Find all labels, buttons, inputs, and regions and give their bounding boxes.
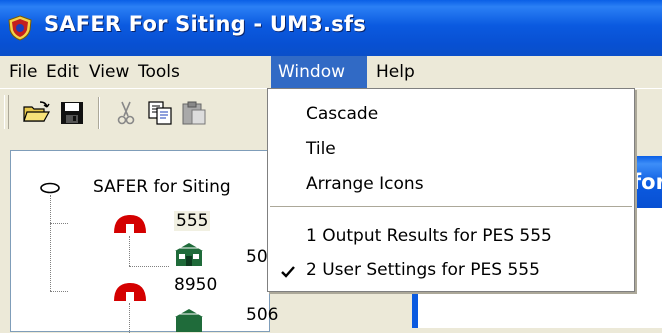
window-menu-dropdown: Cascade Tile Arrange Icons 1 Output Resu… <box>267 88 635 292</box>
menu-item-cascade[interactable]: Cascade <box>306 104 378 124</box>
menu-edit[interactable]: Edit <box>39 56 86 88</box>
checkmark-icon <box>281 266 295 278</box>
tree-node-506[interactable]: 506 <box>246 305 278 325</box>
toolbar-grip[interactable] <box>4 95 9 129</box>
menu-view[interactable]: View <box>82 56 136 88</box>
cut-icon[interactable] <box>112 99 140 127</box>
tree-node-8950[interactable]: 8950 <box>174 275 217 295</box>
menu-item-arrange-icons[interactable]: Arrange Icons <box>306 174 424 194</box>
title-bar: SAFER For Siting - UM3.sfs <box>0 0 662 56</box>
window-title: SAFER For Siting - UM3.sfs <box>44 12 366 36</box>
copy-icon[interactable] <box>146 99 174 127</box>
building-icon <box>175 309 203 332</box>
pes-dome-icon <box>114 283 146 301</box>
tree-node-555[interactable]: 555 <box>174 211 211 231</box>
menu-tools[interactable]: Tools <box>131 56 187 88</box>
save-icon[interactable] <box>58 99 86 127</box>
menu-window[interactable]: Window <box>271 56 367 88</box>
building-icon <box>175 243 203 266</box>
tree-root-label[interactable]: SAFER for Siting <box>93 177 231 197</box>
tree-connector <box>129 266 169 267</box>
menu-item-tile[interactable]: Tile <box>306 139 336 159</box>
tree-node-50[interactable]: 50 <box>246 247 268 267</box>
tree-connector <box>50 291 68 292</box>
menu-separator <box>270 206 632 207</box>
menu-bar: File Edit View Tools Window Help <box>0 56 662 88</box>
toolbar-separator <box>98 97 100 129</box>
tree-connector <box>129 236 130 266</box>
root-ellipse-icon <box>40 182 60 194</box>
paste-icon[interactable] <box>180 99 208 127</box>
tree-connector <box>50 223 68 224</box>
pes-dome-icon <box>114 215 146 233</box>
tree-connector <box>129 303 130 333</box>
app-shield-icon <box>8 15 32 41</box>
menu-help[interactable]: Help <box>369 56 422 88</box>
menu-item-user-settings[interactable]: 2 User Settings for PES 555 <box>306 260 540 280</box>
tree-view[interactable]: SAFER for Siting 555 50 8950 506 <box>10 150 278 333</box>
open-folder-icon[interactable] <box>22 99 50 127</box>
menu-item-output-results[interactable]: 1 Output Results for PES 555 <box>306 226 552 246</box>
tree-connector <box>50 195 51 291</box>
